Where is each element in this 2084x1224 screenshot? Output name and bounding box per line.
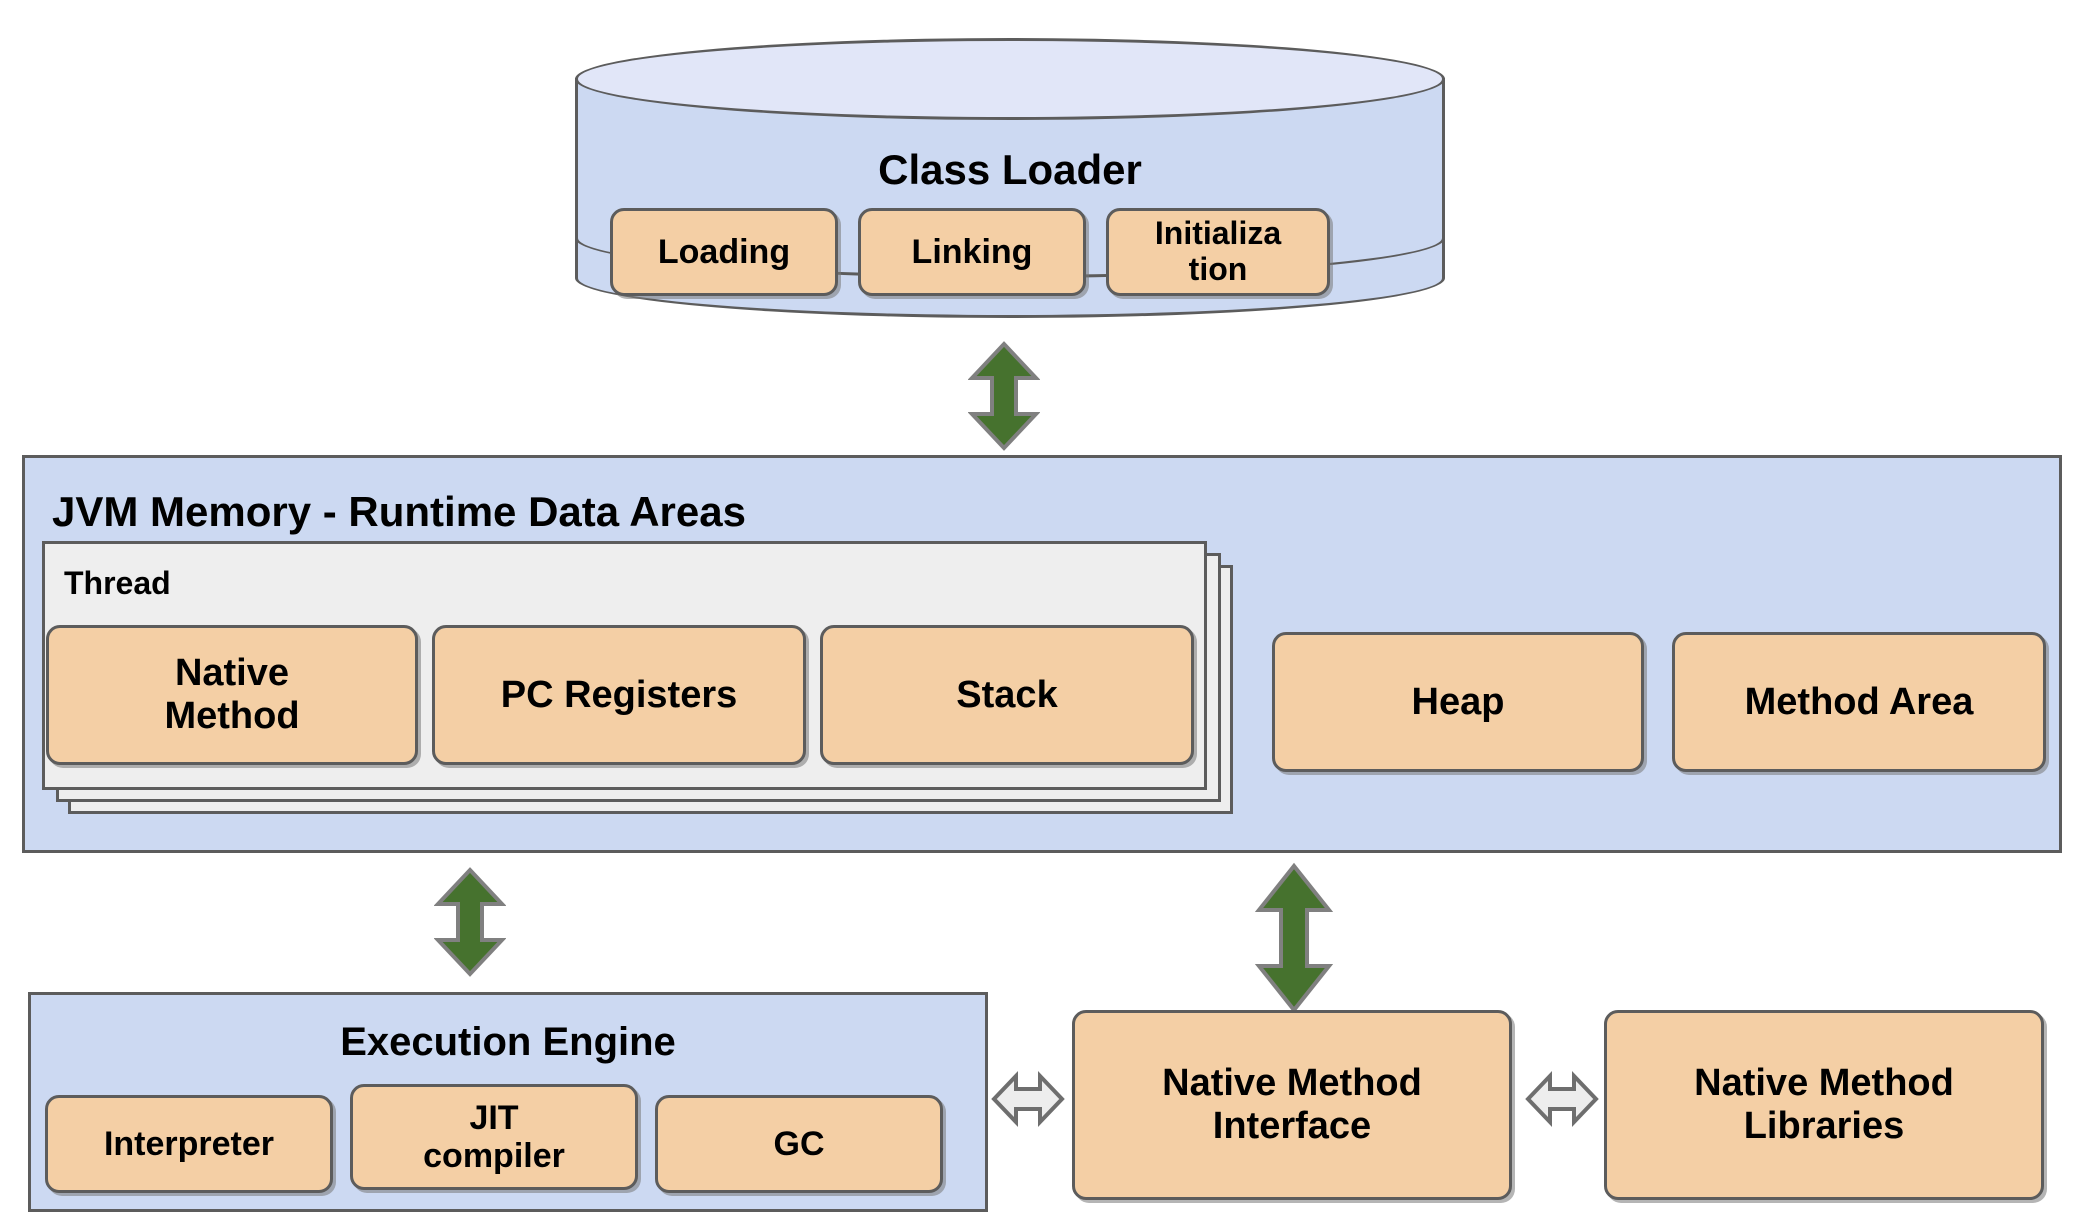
class-loader-title: Class Loader — [878, 146, 1142, 193]
class-loader-phase-initialization-label: Initializa tion — [1154, 215, 1282, 287]
execution-engine-interpreter[interactable]: Interpreter — [45, 1095, 333, 1193]
thread-area-native-method[interactable]: Native Method — [46, 625, 418, 765]
execution-engine-title: Execution Engine — [340, 1020, 676, 1064]
execution-engine-interpreter-label: Interpreter — [103, 1124, 275, 1163]
execution-engine-jit-compiler[interactable]: JIT compiler — [350, 1084, 638, 1190]
thread-area-stack[interactable]: Stack — [820, 625, 1194, 765]
shared-area-heap-label: Heap — [1411, 680, 1505, 723]
class-loader-phase-linking[interactable]: Linking — [858, 208, 1086, 296]
thread-area-native-method-label: Native Method — [164, 652, 300, 737]
jvm-architecture-diagram: Class Loader Loading Linking Initializa … — [0, 0, 2084, 1224]
execution-engine-jit-compiler-label: JIT compiler — [423, 1098, 565, 1175]
native-method-interface[interactable]: Native Method Interface — [1072, 1010, 1512, 1200]
thread-label: Thread — [64, 565, 171, 601]
shared-area-heap[interactable]: Heap — [1272, 632, 1644, 772]
thread-area-pc-registers-label: PC Registers — [500, 673, 738, 716]
arrow-class-loader-to-memory — [968, 340, 1040, 452]
execution-engine-gc[interactable]: GC — [655, 1095, 943, 1193]
class-loader-group: Class Loader Loading Linking Initializa … — [575, 38, 1445, 320]
class-loader-phase-loading[interactable]: Loading — [610, 208, 838, 296]
native-method-libraries-label: Native Method Libraries — [1694, 1062, 1954, 1147]
thread-area-pc-registers[interactable]: PC Registers — [432, 625, 806, 765]
arrow-memory-to-native-interface — [1254, 862, 1334, 1014]
arrow-memory-to-execution-engine — [434, 866, 506, 978]
execution-engine-gc-label: GC — [773, 1124, 825, 1163]
class-loader-phase-initialization[interactable]: Initializa tion — [1106, 208, 1330, 296]
thread-area-stack-label: Stack — [956, 673, 1058, 716]
arrow-execution-engine-to-native-interface — [990, 1068, 1066, 1130]
class-loader-phase-loading-label: Loading — [657, 232, 791, 271]
native-method-libraries[interactable]: Native Method Libraries — [1604, 1010, 2044, 1200]
arrow-native-interface-to-libraries — [1524, 1068, 1600, 1130]
class-loader-phase-linking-label: Linking — [911, 232, 1033, 271]
native-method-interface-label: Native Method Interface — [1162, 1062, 1422, 1147]
shared-area-method-area[interactable]: Method Area — [1672, 632, 2046, 772]
shared-area-method-area-label: Method Area — [1744, 680, 1974, 723]
cylinder-top-ellipse — [575, 38, 1445, 120]
jvm-memory-title: JVM Memory - Runtime Data Areas — [52, 488, 746, 535]
